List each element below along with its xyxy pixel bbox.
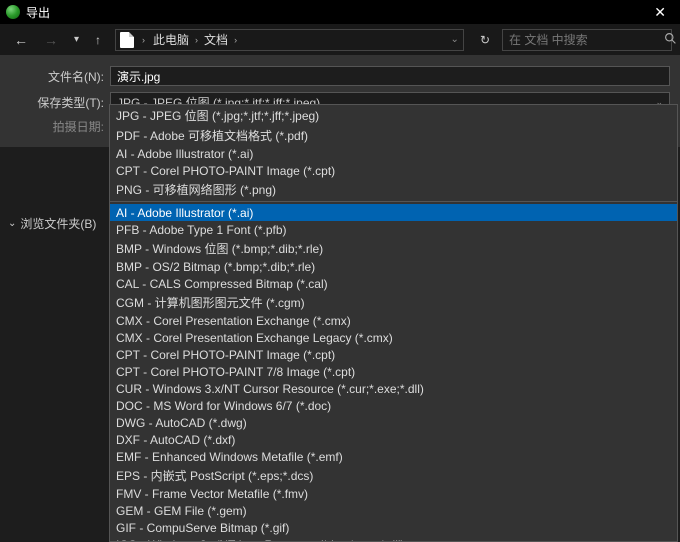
filetype-option[interactable]: BMP - OS/2 Bitmap (*.bmp;*.dib;*.rle) bbox=[110, 258, 677, 275]
dropdown-separator bbox=[110, 201, 677, 202]
filetype-option[interactable]: ICO - Windows 3.x/NT Icon Resource (*.ic… bbox=[110, 536, 677, 542]
filename-label: 文件名(N): bbox=[10, 68, 110, 85]
filetype-dropdown[interactable]: JPG - JPEG 位图 (*.jpg;*.jtf;*.jff;*.jpeg)… bbox=[109, 104, 678, 542]
filetype-option[interactable]: CPT - Corel PHOTO-PAINT Image (*.cpt) bbox=[110, 346, 677, 363]
search-icon[interactable] bbox=[664, 32, 677, 48]
filetype-option[interactable]: DXF - AutoCAD (*.dxf) bbox=[110, 431, 677, 448]
search-input[interactable] bbox=[509, 33, 664, 47]
filetype-option[interactable]: CUR - Windows 3.x/NT Cursor Resource (*.… bbox=[110, 380, 677, 397]
address-bar[interactable]: › 此电脑 › 文档 › ⌄ bbox=[115, 29, 464, 51]
breadcrumb-pc[interactable]: 此电脑 bbox=[153, 31, 189, 48]
date-label: 拍摄日期: bbox=[10, 118, 110, 135]
document-icon bbox=[120, 32, 134, 48]
filetype-option[interactable]: CAL - CALS Compressed Bitmap (*.cal) bbox=[110, 275, 677, 292]
filetype-option[interactable]: PNG - 可移植网络图形 (*.png) bbox=[110, 179, 677, 199]
browse-folders-toggle[interactable]: ⌄ 浏览文件夹(B) bbox=[8, 215, 96, 232]
browse-folders-label: 浏览文件夹(B) bbox=[20, 215, 96, 232]
path-dropdown-icon[interactable]: ⌄ bbox=[451, 34, 459, 45]
breadcrumb[interactable]: 此电脑 › 文档 › bbox=[153, 31, 241, 48]
chevron-down-icon: ⌄ bbox=[8, 218, 16, 229]
filetype-option[interactable]: GEM - GEM File (*.gem) bbox=[110, 502, 677, 519]
nav-forward-button[interactable]: → bbox=[38, 30, 64, 50]
filetype-option[interactable]: GIF - CompuServe Bitmap (*.gif) bbox=[110, 519, 677, 536]
filetype-label: 保存类型(T): bbox=[10, 94, 110, 111]
filetype-option[interactable]: PDF - Adobe 可移植文档格式 (*.pdf) bbox=[110, 125, 677, 145]
filename-input[interactable] bbox=[110, 66, 670, 86]
filetype-option[interactable]: CPT - Corel PHOTO-PAINT 7/8 Image (*.cpt… bbox=[110, 363, 677, 380]
nav-up-button[interactable]: ↑ bbox=[89, 31, 107, 49]
chevron-right-icon: › bbox=[138, 35, 149, 45]
filetype-option[interactable]: CMX - Corel Presentation Exchange (*.cmx… bbox=[110, 312, 677, 329]
filetype-option[interactable]: JPG - JPEG 位图 (*.jpg;*.jtf;*.jff;*.jpeg) bbox=[110, 105, 677, 125]
filetype-option[interactable]: CPT - Corel PHOTO-PAINT Image (*.cpt) bbox=[110, 162, 677, 179]
search-bar[interactable] bbox=[502, 29, 672, 51]
chevron-right-icon: › bbox=[191, 35, 202, 45]
filetype-option[interactable]: AI - Adobe Illustrator (*.ai) bbox=[110, 204, 677, 221]
app-icon bbox=[6, 5, 20, 19]
filetype-option[interactable]: DOC - MS Word for Windows 6/7 (*.doc) bbox=[110, 397, 677, 414]
window-title: 导出 bbox=[26, 4, 50, 21]
filetype-option[interactable]: CMX - Corel Presentation Exchange Legacy… bbox=[110, 329, 677, 346]
nav-dropdown-icon[interactable]: ▾ bbox=[68, 32, 85, 47]
filetype-option[interactable]: DWG - AutoCAD (*.dwg) bbox=[110, 414, 677, 431]
nav-back-button[interactable]: ← bbox=[8, 30, 34, 50]
breadcrumb-docs[interactable]: 文档 bbox=[204, 31, 228, 48]
chevron-right-icon: › bbox=[230, 35, 241, 45]
titlebar: 导出 ✕ bbox=[0, 0, 680, 24]
filetype-option[interactable]: CGM - 计算机图形图元文件 (*.cgm) bbox=[110, 292, 677, 312]
filetype-option[interactable]: PFB - Adobe Type 1 Font (*.pfb) bbox=[110, 221, 677, 238]
filetype-option[interactable]: FMV - Frame Vector Metafile (*.fmv) bbox=[110, 485, 677, 502]
filetype-option[interactable]: EMF - Enhanced Windows Metafile (*.emf) bbox=[110, 448, 677, 465]
refresh-button[interactable]: ↻ bbox=[472, 33, 498, 47]
filetype-option[interactable]: BMP - Windows 位图 (*.bmp;*.dib;*.rle) bbox=[110, 238, 677, 258]
navbar: ← → ▾ ↑ › 此电脑 › 文档 › ⌄ ↻ bbox=[0, 24, 680, 56]
filetype-option[interactable]: EPS - 内嵌式 PostScript (*.eps;*.dcs) bbox=[110, 465, 677, 485]
close-button[interactable]: ✕ bbox=[644, 2, 676, 23]
filetype-option[interactable]: AI - Adobe Illustrator (*.ai) bbox=[110, 145, 677, 162]
